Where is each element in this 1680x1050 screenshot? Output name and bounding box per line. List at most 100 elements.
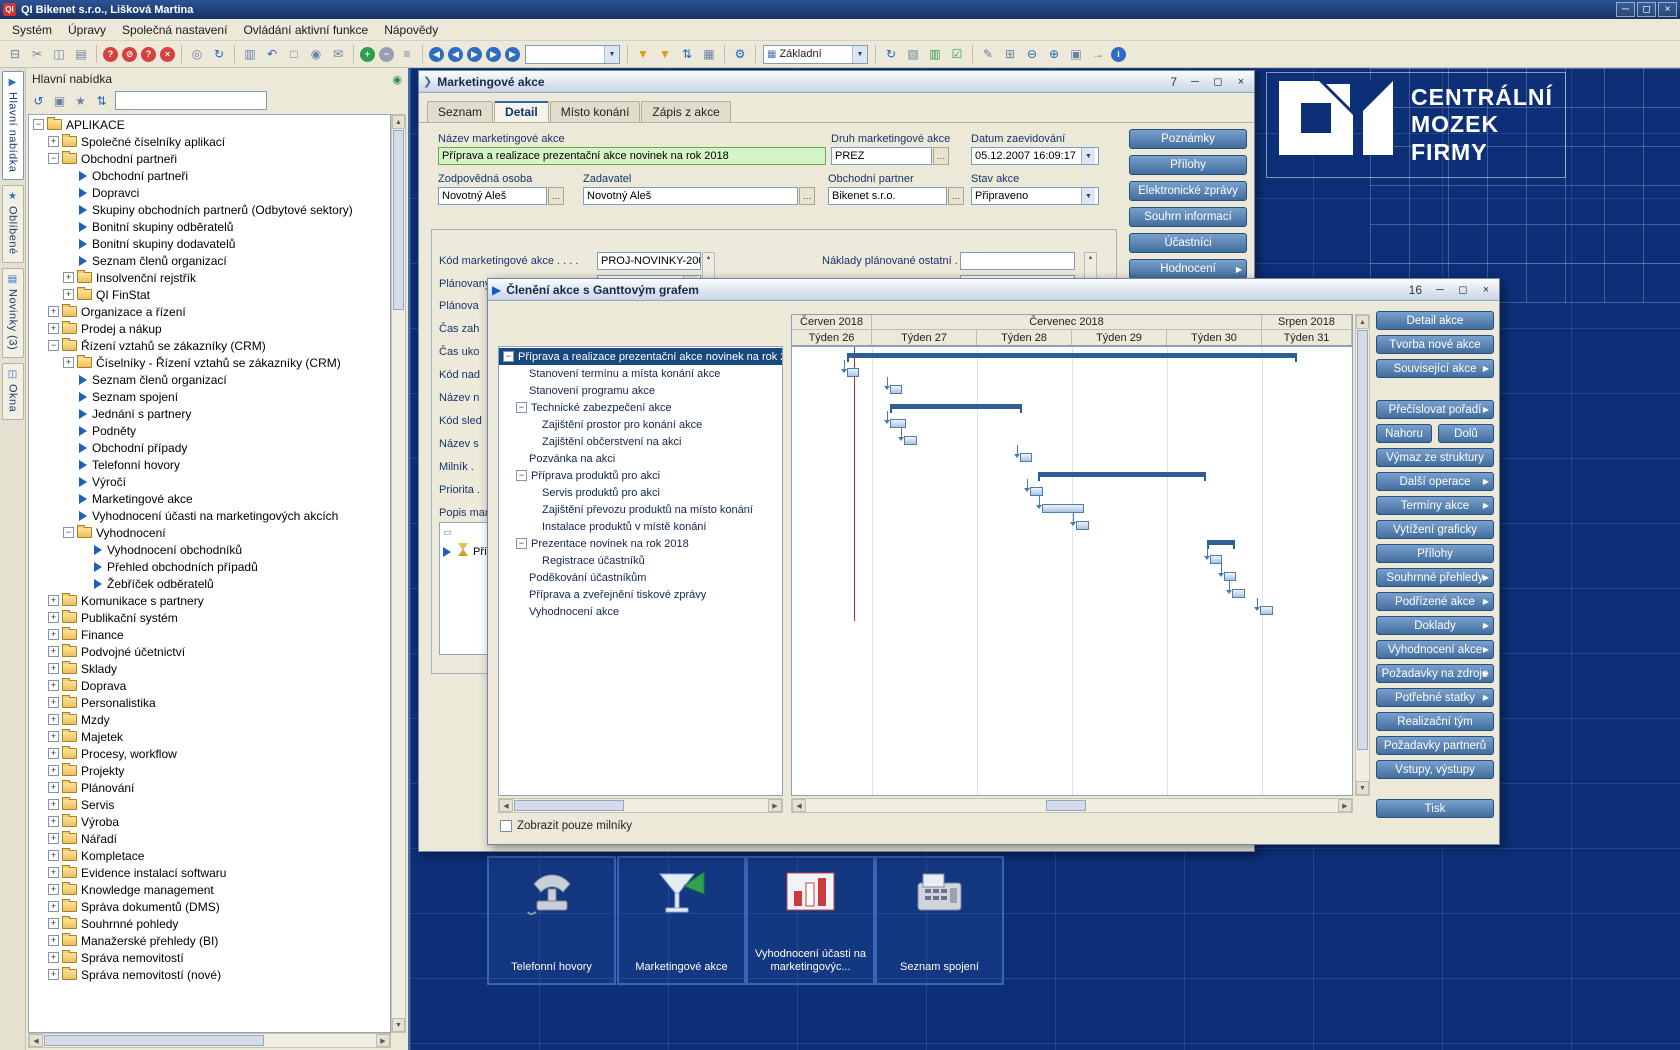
nav-tree-item[interactable]: +Publikační systém	[29, 609, 390, 626]
button-souhrn-informaci[interactable]: Souhrn informací	[1129, 207, 1247, 227]
profile-combo[interactable]: ▦Základní▼	[763, 45, 868, 64]
nav-tree-item[interactable]: +QI FinStat	[29, 286, 390, 303]
tab-misto-konani[interactable]: Místo konání	[550, 101, 641, 122]
gantt-tree-item[interactable]: −Technické zabezpečení akce	[499, 399, 782, 416]
gantt-tree-item[interactable]: Příprava a zveřejnění tiskové zprávy	[499, 586, 782, 603]
nav-tree-item[interactable]: Dopravci	[29, 184, 390, 201]
print-icon[interactable]: ▣	[1066, 45, 1086, 64]
button-tvorba-nove-akce[interactable]: Tvorba nové akce	[1376, 335, 1494, 354]
minimize-button[interactable]: ─	[1431, 282, 1449, 298]
menu-item-system[interactable]: Systém	[4, 20, 60, 40]
gantt-tree-item[interactable]: Zajištění převozu produktů na místo koná…	[499, 501, 782, 518]
partner-input[interactable]: Bikenet s.r.o.	[828, 187, 947, 205]
scrollbar-thumb[interactable]	[1357, 330, 1368, 750]
collapse-icon[interactable]: −	[516, 402, 527, 413]
expand-icon[interactable]: +	[48, 969, 59, 980]
menu-item-ovladani-aktivni-funkce[interactable]: Ovládání aktivní funkce	[235, 20, 376, 40]
gantt-tree-item[interactable]: Zajištění občerstvení na akci	[499, 433, 782, 450]
gantt-tree-item[interactable]: Vyhodnocení akce	[499, 603, 782, 620]
expand-icon[interactable]: +	[48, 731, 59, 742]
nav-tree-item[interactable]: Obchodní případy	[29, 439, 390, 456]
naklady-planovane-input[interactable]	[960, 252, 1075, 270]
mail-icon[interactable]: ✉	[328, 45, 348, 64]
button-dolu[interactable]: Dolů	[1438, 424, 1494, 443]
go-record-icon[interactable]: ▶	[505, 47, 520, 62]
search-icon[interactable]: ◉	[306, 45, 326, 64]
gantt-bar[interactable]	[890, 419, 906, 428]
cut-icon[interactable]: ✂	[27, 45, 47, 64]
last-record-icon[interactable]: ▶	[486, 47, 501, 62]
gantt-tree-item[interactable]: Zajištění prostor pro konání akce	[499, 416, 782, 433]
collapse-icon[interactable]: −	[516, 538, 527, 549]
scroll-up-icon[interactable]: ▲	[392, 115, 405, 129]
zoom-in-icon[interactable]: ⊕	[1044, 45, 1064, 64]
nav-tree-item[interactable]: +Správa nemovitostí (nové)	[29, 966, 390, 983]
scroll-left-icon[interactable]: ◀	[499, 799, 513, 812]
nazev-input[interactable]: Příprava a realizace prezentační akce no…	[438, 147, 826, 165]
new-window-icon[interactable]: □	[284, 45, 304, 64]
scroll-right-icon[interactable]: ▶	[376, 1034, 390, 1047]
nav-tree-item[interactable]: Výročí	[29, 473, 390, 490]
settings-gear-icon[interactable]: ⚙	[730, 45, 750, 64]
scroll-down-icon[interactable]: ▼	[1356, 781, 1369, 795]
nav-tree-item[interactable]: −Řízení vztahů se zákazníky (CRM)	[29, 337, 390, 354]
expand-icon[interactable]: +	[48, 799, 59, 810]
nav-tree-item[interactable]: Bonitní skupiny odběratelů	[29, 218, 390, 235]
button-pozadavky-na-zdroje[interactable]: Požadavky na zdroje▶	[1376, 664, 1494, 683]
nav-tree-item[interactable]: Přehled obchodních případů	[29, 558, 390, 575]
nav-tree-item[interactable]: −Vyhodnocení	[29, 524, 390, 541]
nav-search-input[interactable]	[115, 91, 267, 110]
tab-zapis-z-akce[interactable]: Zápis z akce	[641, 101, 730, 122]
button-pozadavky-partneru[interactable]: Požadavky partnerů	[1376, 736, 1494, 755]
minimize-button[interactable]: ─	[1186, 74, 1204, 90]
scroll-up-icon[interactable]: ▲	[1356, 315, 1369, 329]
gantt-tree-item[interactable]: −Příprava produktů pro akci	[499, 467, 782, 484]
side-tab-okna[interactable]: ◫Okna	[2, 363, 24, 420]
ellipsis-button[interactable]: …	[548, 187, 564, 205]
button-nahoru[interactable]: Nahoru	[1376, 424, 1432, 443]
expand-icon[interactable]: +	[48, 833, 59, 844]
button-precislovat-poradi[interactable]: Přečíslovat pořadí▶	[1376, 400, 1494, 419]
nav-tree-item[interactable]: Seznam členů organizací	[29, 371, 390, 388]
nav-tree-item[interactable]: +Projekty	[29, 762, 390, 779]
nav-monitor-icon[interactable]: ▣	[50, 91, 69, 110]
button-potrebne-statky[interactable]: Potřebné statky▶	[1376, 688, 1494, 707]
button-dalsi-operace[interactable]: Další operace▶	[1376, 472, 1494, 491]
side-tab-novinky-3[interactable]: ▤Novinky (3)	[2, 268, 24, 358]
button-elektronicke-zpravy[interactable]: Elektronické zprávy	[1129, 181, 1247, 201]
expand-icon[interactable]: +	[48, 816, 59, 827]
nav-sort-icon[interactable]: ⇅	[92, 91, 111, 110]
gantt-bar[interactable]	[1210, 555, 1222, 564]
collapse-icon[interactable]: −	[33, 119, 44, 130]
chevron-down-icon[interactable]: ▼	[604, 46, 619, 63]
nav-tree-item[interactable]: Seznam členů organizací	[29, 252, 390, 269]
nav-tree-item[interactable]: Vyhodnocení účasti na marketingových akc…	[29, 507, 390, 524]
button-realizacni-tym[interactable]: Realizační tým	[1376, 712, 1494, 731]
expand-icon[interactable]: +	[48, 663, 59, 674]
nav-tree-item[interactable]: +Podvojné účetnictví	[29, 643, 390, 660]
button-vstupy-vystupy[interactable]: Vstupy, výstupy	[1376, 760, 1494, 779]
nav-tree-item[interactable]: +Doprava	[29, 677, 390, 694]
gantt-chart-hscrollbar[interactable]: ◀ ▶	[791, 798, 1353, 813]
scroll-left-icon[interactable]: ◀	[792, 799, 806, 812]
filter-icon[interactable]: ▼	[633, 45, 653, 64]
gantt-bar[interactable]	[1260, 606, 1273, 615]
nav-tree-item[interactable]: Jednání s partnery	[29, 405, 390, 422]
filter-cancel-icon[interactable]: ▼	[655, 45, 675, 64]
nav-tree-item[interactable]: +Insolvenční rejstřík	[29, 269, 390, 286]
nav-tree-item[interactable]: +Číselníky - Řízení vztahů se zákazníky …	[29, 354, 390, 371]
side-tab-oblibene[interactable]: ★Oblíbené	[2, 185, 24, 263]
desktop-shortcut-seznam-spojeni[interactable]: Seznam spojení	[875, 856, 1004, 985]
nav-tree-item[interactable]: +Souhrnné pohledy	[29, 915, 390, 932]
nav-tree-item[interactable]: +Finance	[29, 626, 390, 643]
sort-icon[interactable]: ⇅	[677, 45, 697, 64]
desktop-shortcut-vyhodnoceni-ucasti-na-marketingovyc[interactable]: Vyhodnocení účasti na marketingovýc...	[746, 856, 875, 985]
expand-icon[interactable]: +	[48, 612, 59, 623]
expand-icon[interactable]: +	[63, 357, 74, 368]
expand-icon[interactable]: +	[48, 306, 59, 317]
chevron-down-icon[interactable]: ▼	[1081, 148, 1095, 164]
nav-tree-item[interactable]: Vyhodnocení obchodníků	[29, 541, 390, 558]
ellipsis-button[interactable]: …	[933, 147, 949, 165]
scroll-right-icon[interactable]: ▶	[768, 799, 782, 812]
gantt-bar[interactable]	[847, 353, 1297, 358]
